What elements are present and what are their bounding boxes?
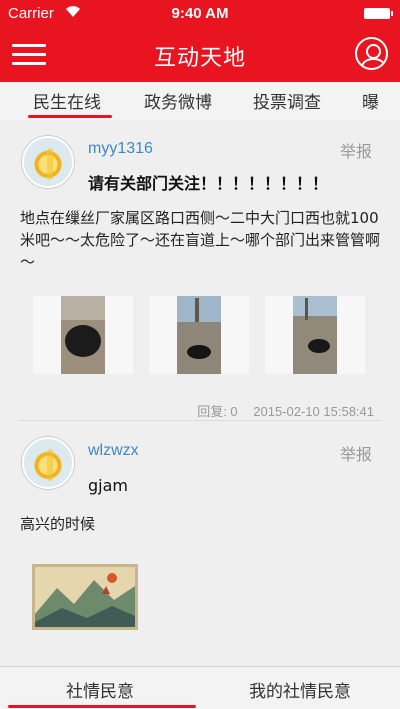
profile-icon[interactable] [355, 37, 388, 70]
pothole-photo-1 [61, 296, 105, 374]
pothole-photo-2 [177, 296, 221, 374]
post-title: 请有关部门关注！！！！！！！！ [88, 174, 329, 193]
tab-government-weibo[interactable]: 政务微博 [144, 88, 212, 113]
battery-icon [364, 8, 393, 19]
post-username[interactable]: myy1316 [88, 140, 153, 158]
tab-vote-survey[interactable]: 投票调查 [253, 88, 321, 113]
bottom-tab-bar: 社情民意 我的社情民意 [0, 666, 400, 709]
report-button[interactable]: 举报 [340, 441, 372, 465]
active-tab-indicator [28, 115, 112, 118]
page-title: 互动天地 [153, 46, 246, 71]
post-username[interactable]: wlzwzx [88, 442, 139, 460]
post-feed: myy1316 举报 请有关部门关注！！！！！！！！ 地点在缫丝厂家属区路口西侧… [0, 120, 400, 666]
post-photo-3[interactable] [265, 296, 365, 374]
post-card[interactable]: myy1316 举报 请有关部门关注！！！！！！！！ 地点在缫丝厂家属区路口西侧… [0, 120, 400, 420]
post-content: 地点在缫丝厂家属区路口西侧～二中大门口西也就100米吧～～太危险了～还在盲道上～… [20, 209, 381, 271]
post-title: gjam [88, 476, 128, 495]
tab-public-opinion[interactable]: 社情民意 [0, 677, 200, 702]
post-timestamp: 2015-02-10 15:58:41 [253, 404, 374, 419]
tab-my-public-opinion[interactable]: 我的社情民意 [200, 677, 400, 702]
post-photo-1[interactable] [33, 296, 133, 374]
avatar[interactable] [22, 437, 74, 489]
clock: 9:40 AM [171, 5, 229, 22]
category-tabs: 民生在线 政务微博 投票调查 曝 [0, 82, 400, 121]
post-photo-2[interactable] [149, 296, 249, 374]
reply-count[interactable]: 回复: 0 [197, 404, 237, 419]
tab-exposure[interactable]: 曝 [362, 88, 379, 113]
post-photo-1[interactable] [32, 564, 138, 630]
landscape-painting [32, 564, 138, 630]
post-meta: 回复: 0 2015-02-10 15:58:41 [197, 401, 374, 420]
pothole-photo-3 [293, 296, 337, 374]
post-card[interactable]: wlzwzx 举报 gjam 高兴的时候 [0, 421, 400, 666]
tab-livelihood-online[interactable]: 民生在线 [33, 88, 101, 113]
report-button[interactable]: 举报 [340, 138, 372, 162]
post-content: 高兴的时候 [20, 515, 96, 533]
status-bar: Carrier 9:40 AM [0, 0, 400, 28]
avatar[interactable] [22, 136, 74, 188]
navigation-bar: 互动天地 [0, 28, 400, 82]
